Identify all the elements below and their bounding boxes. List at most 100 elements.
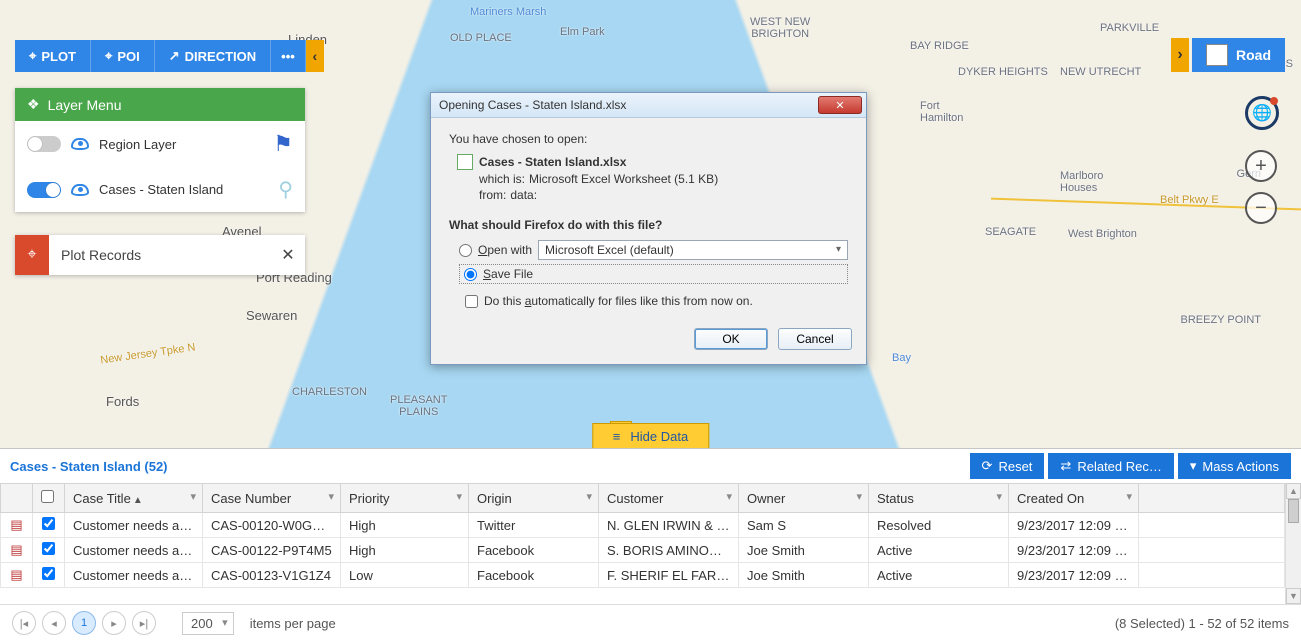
col-origin[interactable]: Origin▾ [469,484,599,513]
plot-button[interactable]: ⌖ PLOT [15,40,91,72]
filter-icon[interactable]: ▾ [190,490,196,503]
save-file-radio[interactable] [464,268,477,281]
row-checkbox[interactable] [42,517,55,530]
grid-scrollbar[interactable]: ▲ ▼ [1285,483,1301,604]
direction-button[interactable]: ↗ DIRECTION [155,40,271,72]
more-button[interactable]: ••• [271,40,306,72]
poi-button[interactable]: ⌖POI [91,40,155,72]
cell-number: CAS-00122-P9T4M5 [203,538,341,563]
auto-option[interactable]: Do this automatically for files like thi… [465,294,848,308]
page-size-select[interactable]: 200 [182,612,234,635]
cell-origin: Facebook [469,563,599,588]
filter-icon[interactable]: ▾ [856,490,862,503]
pager-next[interactable]: ▸ [102,611,126,635]
cell-customer: F. SHERIF EL FAR … [599,563,739,588]
mass-actions-button[interactable]: ▾ Mass Actions [1178,453,1291,479]
close-icon[interactable]: ✕ [271,245,305,265]
cell-status: Active [869,538,1009,563]
col-label: Case Number [211,491,291,506]
row-checkbox[interactable] [42,567,55,580]
dialog-titlebar[interactable]: Opening Cases - Staten Island.xlsx ✕ [431,93,866,118]
col-label: Status [877,491,914,506]
dialog-close-button[interactable]: ✕ [818,96,862,114]
table-row[interactable]: ▤Customer needs a…CAS-00120-W0G9K5HighTw… [1,513,1285,538]
scroll-up-button[interactable]: ▲ [1286,483,1301,499]
basemap-switcher: › Road [1171,38,1285,72]
pager-prev[interactable]: ◂ [42,611,66,635]
plot-records-icon: ⌖ [15,235,49,275]
direction-label: DIRECTION [185,49,257,64]
road-basemap-button[interactable]: Road [1192,38,1285,72]
ok-button[interactable]: OK [694,328,768,350]
checkbox-header[interactable] [33,484,65,513]
filter-icon[interactable]: ▾ [456,490,462,503]
dialog-filename: Cases - Staten Island.xlsx [479,155,626,169]
filter-icon[interactable]: ▾ [996,490,1002,503]
cell-number: CAS-00123-V1G1Z4 [203,563,341,588]
swap-icon: ⇄ [1060,458,1071,474]
scroll-thumb[interactable] [1288,499,1299,523]
pager-first[interactable]: |◂ [12,611,36,635]
col-case-number[interactable]: Case Number ▾ [203,484,341,513]
cell-owner: Sam S [739,513,869,538]
mass-label: Mass Actions [1202,459,1279,474]
layer-label: Region Layer [99,137,263,152]
dialog-title: Opening Cases - Staten Island.xlsx [439,98,626,112]
cancel-button[interactable]: Cancel [778,328,852,350]
grid-title[interactable]: Cases - Staten Island (52) [10,459,168,474]
visibility-icon[interactable] [71,184,89,196]
open-with-select[interactable]: Microsoft Excel (default) [538,240,848,260]
open-with-label: Open with [478,243,532,257]
related-records-button[interactable]: ⇄Related Rec… [1048,453,1173,479]
plot-label: PLOT [41,49,76,64]
cell-spacer [1139,538,1285,563]
hide-data-button[interactable]: ≡ Hide Data [592,423,709,450]
layer-toggle-cases[interactable] [27,182,61,198]
filter-icon[interactable]: ▾ [1126,490,1132,503]
plot-records-panel: ⌖ Plot Records ✕ [15,235,305,275]
select-all-checkbox[interactable] [41,490,54,503]
excel-icon [457,154,473,170]
collapse-toolbar-button[interactable]: ‹ [306,40,324,72]
row-action-icon[interactable]: ▤ [10,517,22,532]
visibility-icon[interactable] [71,138,89,150]
hide-data-label: Hide Data [630,429,688,444]
col-customer[interactable]: Customer▾ [599,484,739,513]
col-label: Priority [349,491,389,506]
cell-owner: Joe Smith [739,563,869,588]
refresh-icon: ⟳ [982,458,993,474]
table-row[interactable]: ▤Customer needs a…CAS-00122-P9T4M5HighFa… [1,538,1285,563]
col-case-title[interactable]: Case Title▲▾ [65,484,203,513]
col-priority[interactable]: Priority ▾ [341,484,469,513]
filter-icon[interactable]: ▾ [328,490,334,503]
reset-button[interactable]: ⟳Reset [970,453,1045,479]
zoom-in-button[interactable]: + [1245,150,1277,182]
col-status[interactable]: Status ▾ [869,484,1009,513]
table-row[interactable]: ▤Customer needs a…CAS-00123-V1G1Z4LowFac… [1,563,1285,588]
route-icon: ↗ [169,48,180,64]
row-action-icon[interactable]: ▤ [10,567,22,582]
open-with-option[interactable]: Open with Microsoft Excel (default) [459,240,848,260]
col-created-on[interactable]: Created On▾ [1009,484,1139,513]
layer-row-region: Region Layer ⚑ [15,121,305,167]
cell-owner: Joe Smith [739,538,869,563]
col-owner[interactable]: Owner▾ [739,484,869,513]
filter-icon[interactable]: ▾ [586,490,592,503]
pager-page-current[interactable]: 1 [72,611,96,635]
scroll-down-button[interactable]: ▼ [1286,588,1301,604]
compass-button[interactable]: 🌐 [1245,96,1279,130]
layer-toggle-region[interactable] [27,136,61,152]
auto-checkbox[interactable] [465,295,478,308]
chevron-down-icon: ▾ [1190,458,1197,474]
zoom-out-button[interactable]: − [1245,192,1277,224]
row-checkbox[interactable] [42,542,55,555]
layer-menu-panel: ❖ Layer Menu Region Layer ⚑ Cases - Stat… [15,88,305,212]
pager-last[interactable]: ▸| [132,611,156,635]
save-file-option[interactable]: Save File [459,264,848,284]
open-with-radio[interactable] [459,244,472,257]
cell-customer: S. BORIS AMINOV … [599,538,739,563]
expand-basemap-button[interactable]: › [1171,38,1189,72]
filter-icon[interactable]: ▾ [726,490,732,503]
row-action-icon[interactable]: ▤ [10,542,22,557]
pin-icon: ⌖ [29,48,36,64]
